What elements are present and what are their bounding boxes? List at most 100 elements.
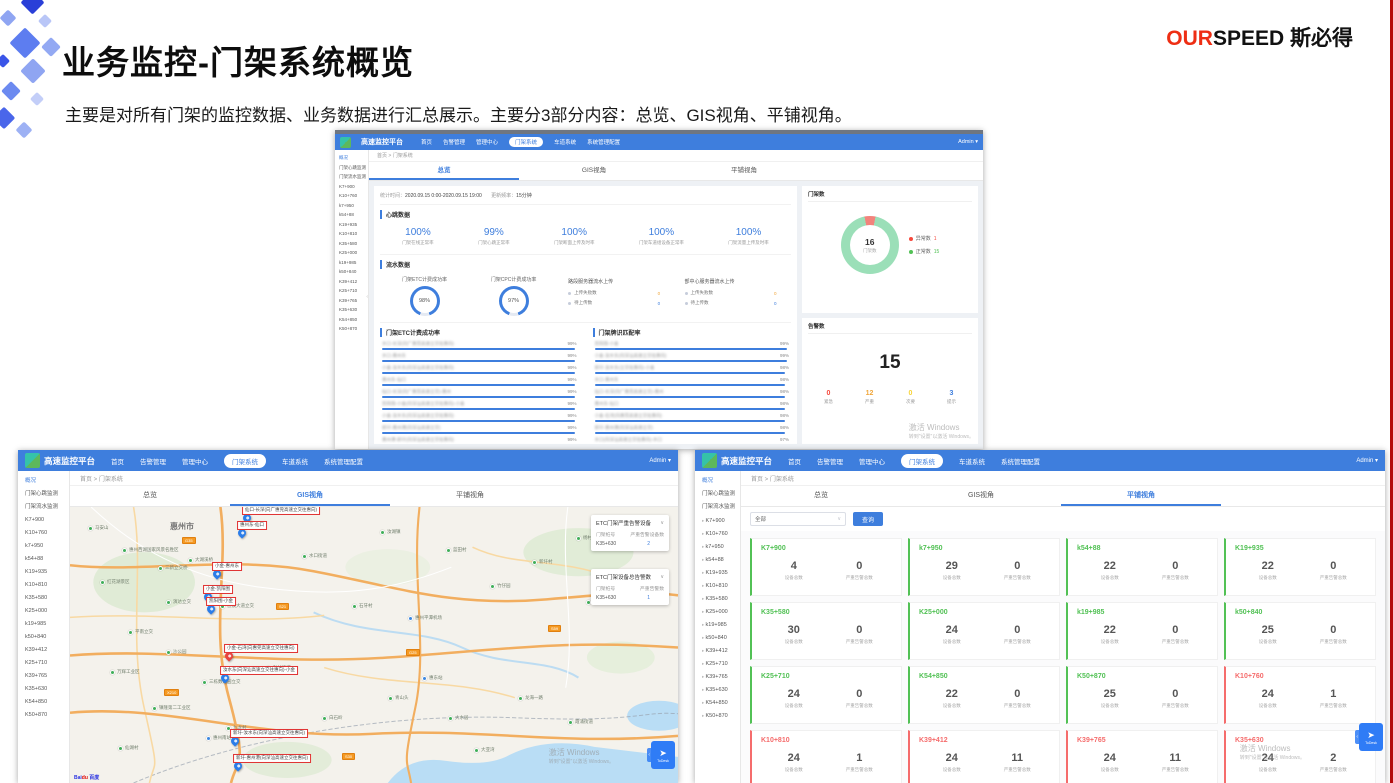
view-tab[interactable]: 总览 [70, 486, 230, 506]
sidebar-item[interactable]: K39+765 [335, 296, 368, 306]
sidebar-item[interactable]: K35+630 [695, 683, 740, 696]
view-tab[interactable]: 平铺视角 [669, 162, 819, 180]
nav-item[interactable]: 系统管理配置 [1001, 456, 1040, 466]
sidebar-item[interactable]: K54+850 [18, 696, 69, 709]
view-tab[interactable]: 总览 [369, 162, 519, 180]
view-tab[interactable]: GIS视角 [519, 162, 669, 180]
todesk-collapse-icon[interactable]: ‹ [647, 748, 651, 762]
gantry-card[interactable]: K39+412 24 设备总数 11 严重告警总数 [908, 730, 1060, 783]
sidebar-item[interactable]: K50+870 [335, 324, 368, 334]
nav-item[interactable]: 首页 [421, 138, 432, 146]
sidebar-item[interactable]: K7+900 [18, 514, 69, 527]
sidebar-item[interactable]: K10+760 [335, 191, 368, 201]
sidebar-item[interactable]: K7+900 [695, 514, 740, 527]
sidebar-item[interactable]: 门架心跳监测 [335, 163, 368, 173]
sidebar-item[interactable]: K54+850 [695, 696, 740, 709]
gantry-card[interactable]: K19+935 22 设备总数 0 严重告警总数 [1224, 538, 1376, 596]
nav-item[interactable]: 门架系统 [509, 137, 543, 147]
sidebar-item[interactable]: K10+760 [18, 527, 69, 540]
nav-item[interactable]: 车道系统 [554, 138, 576, 146]
sidebar-item[interactable]: k7+950 [18, 540, 69, 553]
sidebar-item[interactable]: K25+710 [18, 657, 69, 670]
sidebar-item[interactable]: K10+810 [695, 579, 740, 592]
sidebar-item[interactable]: k50+840 [18, 631, 69, 644]
sidebar-item[interactable]: k19+985 [335, 258, 368, 268]
sidebar-item[interactable]: k54+88 [695, 553, 740, 566]
sidebar-collapse-handle[interactable]: ‹ [366, 294, 368, 300]
nav-item[interactable]: 车道系统 [959, 456, 985, 466]
gantry-filter-select[interactable]: 全部∨ [750, 512, 846, 526]
sidebar-item[interactable]: K35+580 [18, 592, 69, 605]
sidebar-item[interactable]: k7+950 [335, 201, 368, 211]
nav-item[interactable]: 门架系统 [901, 454, 943, 468]
query-button[interactable]: 查询 [853, 512, 883, 526]
sidebar-item[interactable]: K39+765 [695, 670, 740, 683]
admin-menu[interactable]: Admin ▾ [1356, 457, 1378, 464]
gantry-card[interactable]: K25+710 24 设备总数 0 严重告警总数 [750, 666, 902, 724]
sidebar-item[interactable]: K19+935 [18, 566, 69, 579]
gantry-card[interactable]: K10+810 24 设备总数 1 严重告警总数 [750, 730, 902, 783]
nav-item[interactable]: 首页 [788, 456, 801, 466]
sidebar-item[interactable]: K50+870 [695, 709, 740, 722]
gantry-card[interactable]: k54+88 22 设备总数 0 严重告警总数 [1066, 538, 1218, 596]
gantry-card[interactable]: K10+760 24 设备总数 1 严重告警总数 [1224, 666, 1376, 724]
gantry-card[interactable]: k19+985 22 设备总数 0 严重告警总数 [1066, 602, 1218, 660]
sidebar-item[interactable]: K35+630 [335, 305, 368, 315]
nav-item[interactable]: 车道系统 [282, 456, 308, 466]
chevron-down-icon[interactable]: ∨ [660, 520, 664, 526]
sidebar-item[interactable]: K19+935 [335, 220, 368, 230]
sidebar-item[interactable]: K10+810 [18, 579, 69, 592]
sidebar-item[interactable]: 概况 [695, 475, 740, 488]
nav-item[interactable]: 管理中心 [476, 138, 498, 146]
sidebar-item[interactable]: k19+985 [18, 618, 69, 631]
sidebar-item[interactable]: K25+000 [335, 248, 368, 258]
sidebar-item[interactable]: 门架流水监测 [695, 501, 740, 514]
nav-item[interactable]: 管理中心 [859, 456, 885, 466]
sidebar-item[interactable]: K50+870 [18, 709, 69, 722]
sidebar-item[interactable]: K19+935 [695, 566, 740, 579]
todesk-button[interactable]: ‹ ➤ToDesk [1355, 723, 1383, 751]
nav-item[interactable]: 告警管理 [443, 138, 465, 146]
sidebar-item[interactable]: k50+840 [335, 267, 368, 277]
sidebar-item[interactable]: k19+985 [695, 618, 740, 631]
gis-map[interactable]: 惠州市 马安山惠州西湖国家风景名胜区红花湖景区三新立交桥大湖溪桥演达立交惠澳大道… [70, 507, 678, 783]
sidebar-item[interactable]: 概况 [335, 153, 368, 163]
sidebar-item[interactable]: 门架心跳监测 [18, 488, 69, 501]
gantry-card[interactable]: K54+850 22 设备总数 0 严重告警总数 [908, 666, 1060, 724]
sidebar-item[interactable]: K39+765 [18, 670, 69, 683]
sidebar-item[interactable]: k54+88 [18, 553, 69, 566]
todesk-button[interactable]: ‹ ➤ToDesk [647, 741, 675, 769]
sidebar-item[interactable]: K7+900 [335, 182, 368, 192]
sidebar-item[interactable]: K25+710 [335, 286, 368, 296]
nav-item[interactable]: 管理中心 [182, 456, 208, 466]
view-tab[interactable]: 平铺视角 [390, 486, 550, 506]
sidebar-item[interactable]: 门架心跳监测 [695, 488, 740, 501]
nav-item[interactable]: 告警管理 [817, 456, 843, 466]
sidebar-item[interactable]: K10+760 [695, 527, 740, 540]
gantry-card[interactable]: K35+580 30 设备总数 0 严重告警总数 [750, 602, 902, 660]
sidebar-item[interactable]: K10+810 [335, 229, 368, 239]
view-tab[interactable]: GIS视角 [901, 486, 1061, 506]
sidebar-item[interactable]: k50+840 [695, 631, 740, 644]
sidebar-item[interactable]: K39+412 [695, 644, 740, 657]
panel-row[interactable]: K35+6302 [596, 541, 664, 547]
sidebar-item[interactable]: K54+850 [335, 315, 368, 325]
gantry-card[interactable]: k50+840 25 设备总数 0 严重告警总数 [1224, 602, 1376, 660]
view-tab[interactable]: 平铺视角 [1061, 486, 1221, 506]
sidebar-item[interactable]: K25+000 [695, 605, 740, 618]
sidebar-item[interactable]: K25+000 [18, 605, 69, 618]
gantry-card[interactable]: K39+765 24 设备总数 11 严重告警总数 [1066, 730, 1218, 783]
sidebar-item[interactable]: K35+580 [335, 239, 368, 249]
sidebar-item[interactable]: k7+950 [695, 540, 740, 553]
sidebar-item[interactable]: 门架流水监测 [335, 172, 368, 182]
sidebar-item[interactable]: K35+580 [695, 592, 740, 605]
gantry-card[interactable]: K50+870 25 设备总数 0 严重告警总数 [1066, 666, 1218, 724]
sidebar-item[interactable]: K35+630 [18, 683, 69, 696]
sidebar-item[interactable]: K25+710 [695, 657, 740, 670]
nav-item[interactable]: 首页 [111, 456, 124, 466]
todesk-collapse-icon[interactable]: ‹ [1355, 730, 1359, 744]
sidebar-item[interactable]: K39+412 [335, 277, 368, 287]
sidebar-item[interactable]: k54+88 [335, 210, 368, 220]
panel-row[interactable]: K35+6301 [596, 595, 664, 601]
nav-item[interactable]: 系统管理配置 [587, 138, 620, 146]
